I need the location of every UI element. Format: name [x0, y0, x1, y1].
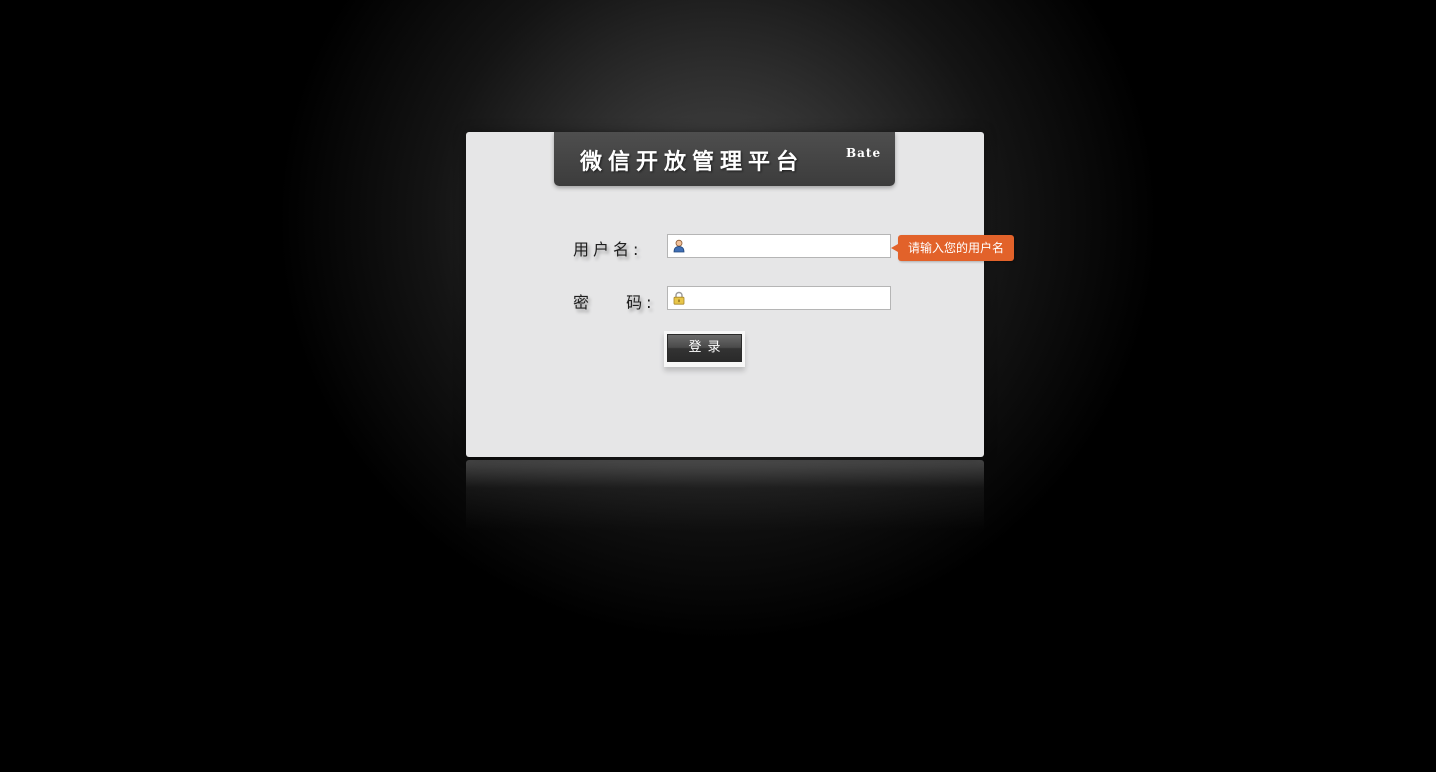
login-button-frame: 登录 [664, 331, 745, 367]
username-input[interactable] [690, 237, 886, 255]
login-panel: 微信开放管理平台 Bate 用户名: 请输入您的用户名 密 码: 登录 [466, 132, 1015, 457]
username-field[interactable] [667, 234, 891, 258]
title-bar: 微信开放管理平台 Bate [554, 132, 895, 186]
login-button[interactable]: 登录 [667, 334, 742, 362]
password-input[interactable] [690, 289, 886, 307]
page-title: 微信开放管理平台 [580, 149, 805, 175]
username-tooltip: 请输入您的用户名 [890, 235, 1015, 261]
password-label: 密 码: [573, 293, 656, 312]
user-icon [673, 239, 685, 253]
password-field[interactable] [667, 286, 891, 310]
panel-reflection [466, 460, 984, 530]
beta-badge: Bate [846, 146, 882, 160]
lock-icon [673, 291, 685, 305]
login-page: 微信开放管理平台 Bate 用户名: 请输入您的用户名 密 码: 登录 [0, 0, 1436, 772]
username-label: 用户名: [573, 240, 643, 259]
